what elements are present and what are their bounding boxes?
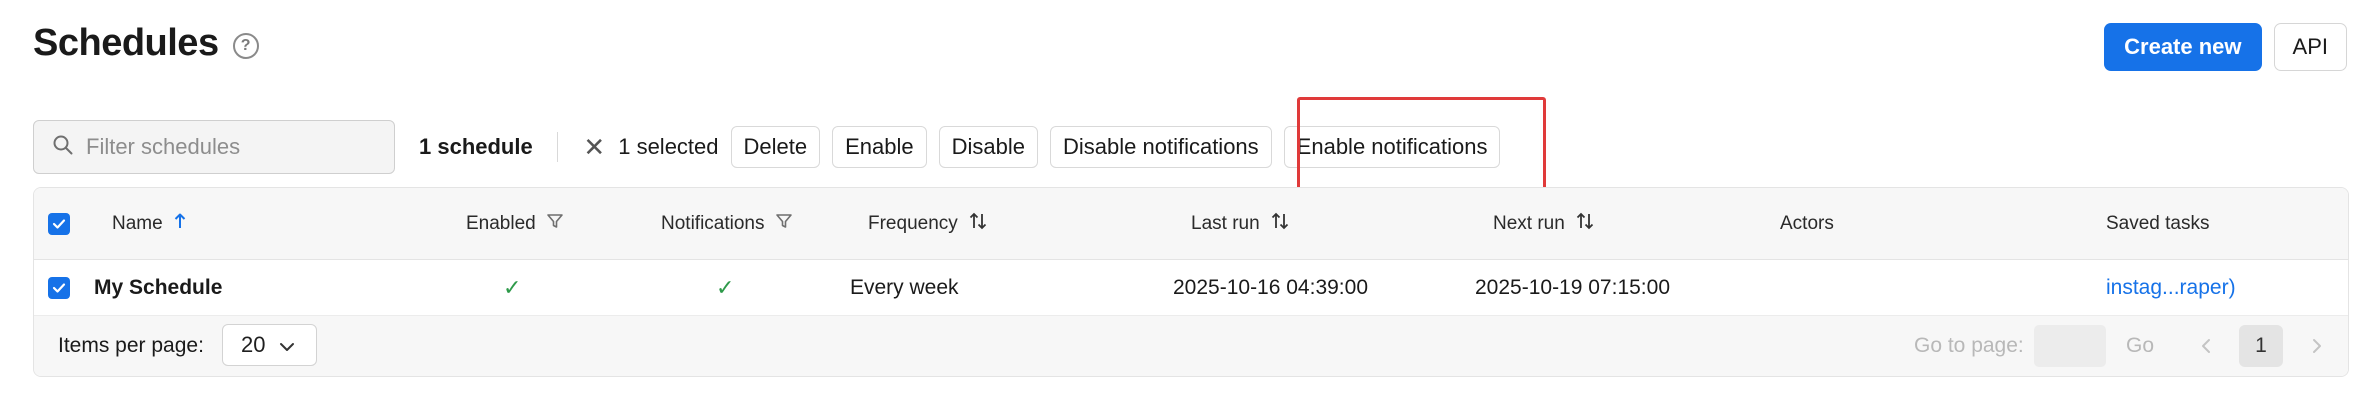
col-actors-label: Actors — [1780, 213, 1834, 234]
select-all-checkbox[interactable] — [48, 213, 70, 235]
enabled-check-icon: ✓ — [503, 275, 522, 300]
col-notifications[interactable]: Notifications — [661, 188, 793, 260]
col-saved-tasks-label: Saved tasks — [2106, 213, 2210, 234]
schedule-name[interactable]: My Schedule — [94, 260, 222, 316]
schedule-count: 1 schedule — [419, 134, 533, 159]
next-run-cell: 2025-10-19 07:15:00 — [1475, 276, 1670, 299]
header-actions: Create new API — [2104, 23, 2347, 71]
sort-ascending-icon[interactable] — [173, 212, 187, 236]
notifications-check-icon: ✓ — [716, 275, 735, 300]
page-title: Schedules — [33, 22, 219, 64]
row-select-cell — [48, 260, 70, 316]
items-per-page-label: Items per page: — [58, 334, 204, 357]
search-input[interactable] — [86, 134, 376, 160]
table-header: Name Enabled Notifications Frequency Las… — [34, 188, 2348, 260]
title-row: Schedules ? — [33, 22, 259, 65]
current-page-button[interactable]: 1 — [2239, 325, 2283, 367]
filter-icon[interactable] — [546, 212, 564, 236]
search-box[interactable] — [33, 120, 395, 174]
toolbar: 1 schedule ✕ 1 selected Delete Enable Di… — [33, 120, 1512, 174]
disable-button[interactable]: Disable — [938, 126, 1038, 168]
enable-button[interactable]: Enable — [832, 126, 927, 168]
saved-task-link[interactable]: instag...raper) — [2106, 260, 2236, 316]
col-last-run-label: Last run — [1191, 213, 1260, 234]
table-footer: Items per page: 20 Go to page: Go 1 — [34, 316, 2348, 376]
col-name[interactable]: Name — [112, 188, 187, 260]
col-next-run-label: Next run — [1493, 213, 1565, 234]
schedules-table: Name Enabled Notifications Frequency Las… — [33, 187, 2349, 377]
select-all-cell — [48, 188, 70, 260]
col-enabled-label: Enabled — [466, 213, 536, 234]
sort-icon[interactable] — [1270, 211, 1290, 237]
items-per-page-value: 20 — [241, 332, 266, 357]
frequency-cell: Every week — [850, 276, 959, 299]
row-checkbox[interactable] — [48, 277, 70, 299]
col-saved-tasks: Saved tasks — [2106, 188, 2210, 260]
delete-button[interactable]: Delete — [730, 126, 821, 168]
go-button[interactable]: Go — [2112, 325, 2168, 367]
api-button[interactable]: API — [2273, 23, 2347, 71]
col-notifications-label: Notifications — [661, 213, 765, 234]
go-to-page-input[interactable] — [2034, 325, 2106, 367]
col-frequency[interactable]: Frequency — [868, 188, 988, 260]
help-icon[interactable]: ? — [232, 32, 259, 59]
col-frequency-label: Frequency — [868, 213, 958, 234]
col-name-label: Name — [112, 213, 163, 234]
go-to-page-label: Go to page: — [1914, 334, 2024, 357]
col-enabled[interactable]: Enabled — [466, 188, 564, 260]
next-page-icon[interactable] — [2297, 325, 2337, 367]
chevron-down-icon — [279, 332, 295, 358]
last-run-cell: 2025-10-16 04:39:00 — [1173, 276, 1368, 299]
sort-icon[interactable] — [1575, 211, 1595, 237]
col-next-run[interactable]: Next run — [1493, 188, 1595, 260]
col-actors: Actors — [1780, 188, 1834, 260]
table-row[interactable]: My Schedule ✓ ✓ Every week 2025-10-16 04… — [34, 260, 2348, 316]
items-per-page-select[interactable]: 20 — [222, 324, 317, 366]
clear-selection-icon[interactable]: ✕ — [582, 132, 606, 163]
disable-notifications-button[interactable]: Disable notifications — [1050, 126, 1272, 168]
enable-notifications-button[interactable]: Enable notifications — [1283, 126, 1501, 168]
filter-icon[interactable] — [775, 212, 793, 236]
col-last-run[interactable]: Last run — [1191, 188, 1290, 260]
search-icon — [52, 134, 74, 161]
sort-icon[interactable] — [968, 211, 988, 237]
previous-page-icon[interactable] — [2186, 325, 2226, 367]
toolbar-divider — [556, 132, 559, 162]
selected-count: 1 selected — [618, 134, 719, 159]
create-new-button[interactable]: Create new — [2104, 23, 2262, 71]
